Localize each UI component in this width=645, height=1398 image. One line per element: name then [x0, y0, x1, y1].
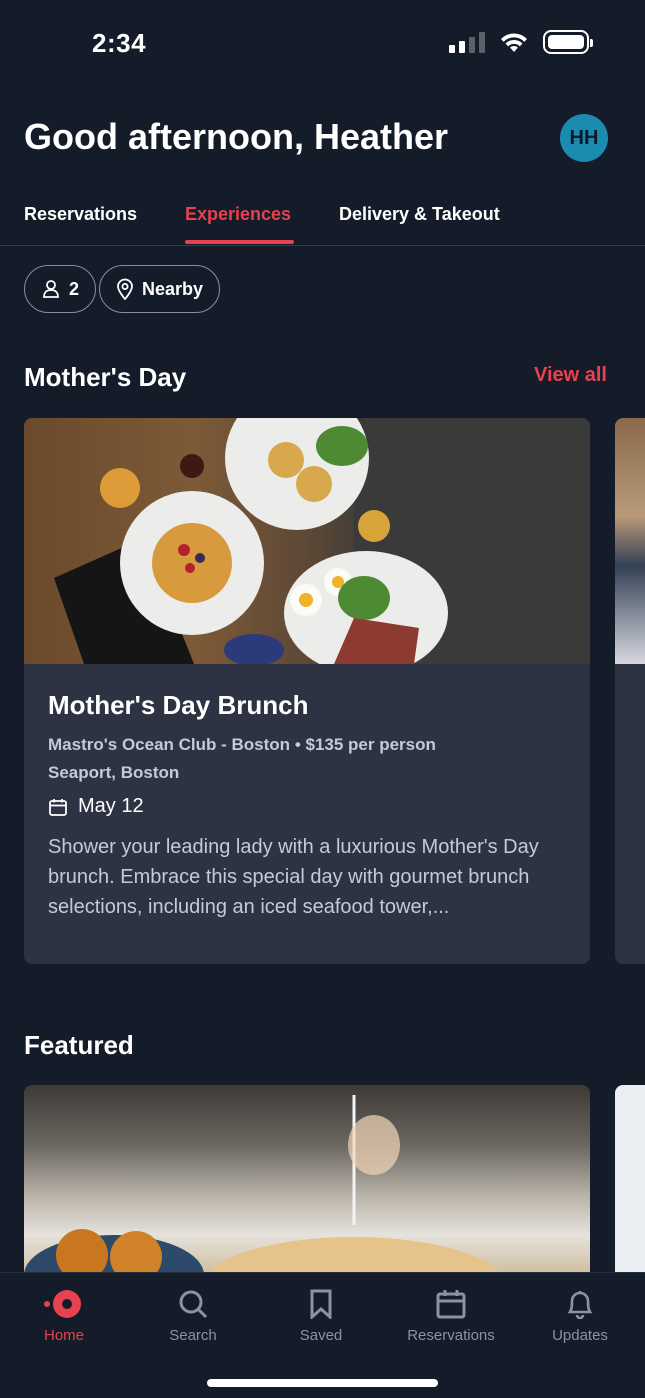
experience-date: May 12	[48, 795, 566, 818]
featured-photo	[24, 1095, 504, 1285]
nav-updates-label: Updates	[552, 1327, 608, 1344]
featured-section-title: Featured	[24, 1030, 134, 1060]
nav-reservations[interactable]: Reservations	[387, 1287, 515, 1344]
battery-icon	[543, 30, 593, 54]
bookmark-icon	[309, 1287, 333, 1321]
next-experience-card-peek[interactable]	[615, 418, 645, 964]
neighborhood: Seaport, Boston	[48, 763, 180, 782]
tab-delivery-takeout[interactable]: Delivery & Takeout	[339, 204, 500, 225]
nav-saved[interactable]: Saved	[257, 1287, 385, 1344]
nav-search[interactable]: Search	[129, 1287, 257, 1344]
location-label: Nearby	[142, 278, 204, 299]
bell-icon	[566, 1287, 594, 1321]
tab-experiences[interactable]: Experiences	[185, 204, 291, 225]
date-value: May 12	[78, 795, 144, 817]
status-time: 2:34	[92, 28, 147, 58]
wifi-icon	[501, 33, 527, 52]
mothers-day-section-title: Mother's Day	[24, 362, 187, 392]
party-size-chip[interactable]: 2	[24, 265, 97, 313]
next-featured-card-peek[interactable]	[615, 1085, 645, 1285]
party-size-value: 2	[69, 278, 80, 299]
nav-home-label: Home	[43, 1327, 84, 1344]
status-icons	[449, 30, 593, 54]
calendar-icon	[436, 1287, 466, 1321]
experience-description: Shower your leading lady with a luxuriou…	[48, 836, 539, 918]
featured-card[interactable]	[24, 1085, 590, 1285]
nav-search-label: Search	[169, 1327, 217, 1344]
experience-restaurant-line: Mastro's Ocean Club - Boston • $135 per …	[48, 731, 566, 759]
nav-home[interactable]: Home	[0, 1287, 128, 1344]
home-indicator	[207, 1379, 438, 1387]
avatar[interactable]: HH	[560, 114, 608, 162]
tab-bar: Reservations Experiences Delivery & Take…	[0, 196, 645, 246]
price: $135 per person	[305, 735, 436, 754]
brunch-photo	[24, 418, 590, 664]
nav-reservations-label: Reservations	[407, 1327, 495, 1344]
nav-updates[interactable]: Updates	[516, 1287, 644, 1344]
location-chip[interactable]: Nearby	[99, 265, 221, 313]
experience-card[interactable]: Mother's Day Brunch Mastro's Ocean Club …	[24, 418, 590, 964]
active-tab-indicator	[185, 240, 294, 244]
status-bar: 2:34	[0, 0, 645, 88]
location-pin-icon	[117, 278, 133, 300]
meta-separator: •	[294, 735, 301, 754]
view-all-link[interactable]: View all	[534, 364, 607, 387]
greeting-title: Good afternoon, Heather	[24, 116, 449, 157]
restaurant-name: Mastro's Ocean Club - Boston	[48, 735, 291, 754]
cellular-signal-icon	[449, 31, 485, 53]
tab-reservations[interactable]: Reservations	[24, 204, 137, 225]
person-icon	[43, 280, 59, 298]
experience-title: Mother's Day Brunch	[48, 690, 309, 720]
home-dot-icon	[42, 1287, 86, 1321]
calendar-icon	[49, 798, 67, 816]
search-icon	[178, 1287, 208, 1321]
nav-saved-label: Saved	[299, 1327, 343, 1344]
